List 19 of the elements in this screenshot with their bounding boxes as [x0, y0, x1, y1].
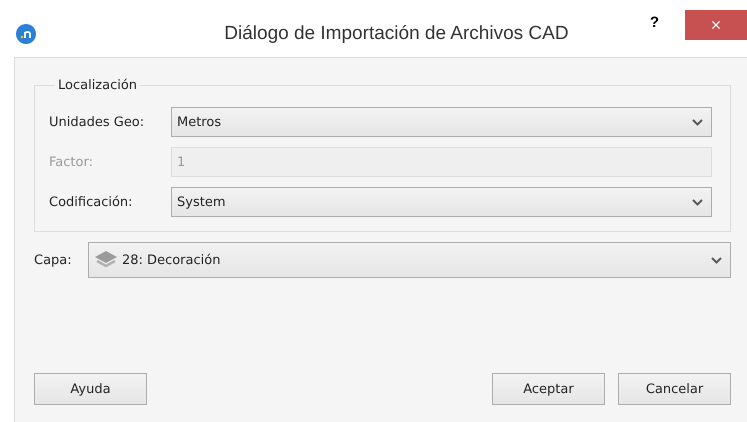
field-label: Capa: [34, 252, 73, 268]
layers-icon [94, 250, 118, 270]
help-button[interactable]: Ayuda [34, 373, 147, 405]
field-label: Factor: [49, 154, 94, 170]
dropdown[interactable]: Metros [171, 107, 712, 137]
help-button[interactable]: ? [646, 14, 663, 31]
group-title: Localización [57, 78, 138, 93]
window-title: Diálogo de Importación de Archivos CAD [223, 22, 570, 44]
chevron-down-icon [692, 118, 703, 126]
dropdown[interactable]: System [171, 187, 712, 217]
dialog-button[interactable]: Cancelar [618, 373, 731, 405]
chevron-down-icon [692, 198, 703, 206]
chevron-down-icon [711, 256, 722, 264]
field-label: Unidades Geo: [49, 114, 146, 130]
dropdown[interactable]: 28: Decoración [88, 242, 731, 278]
close-button[interactable]: × [685, 10, 747, 40]
dialog-button[interactable]: Aceptar [492, 373, 605, 405]
app-logo-icon [15, 22, 37, 44]
field-label: Codificación: [49, 194, 134, 210]
